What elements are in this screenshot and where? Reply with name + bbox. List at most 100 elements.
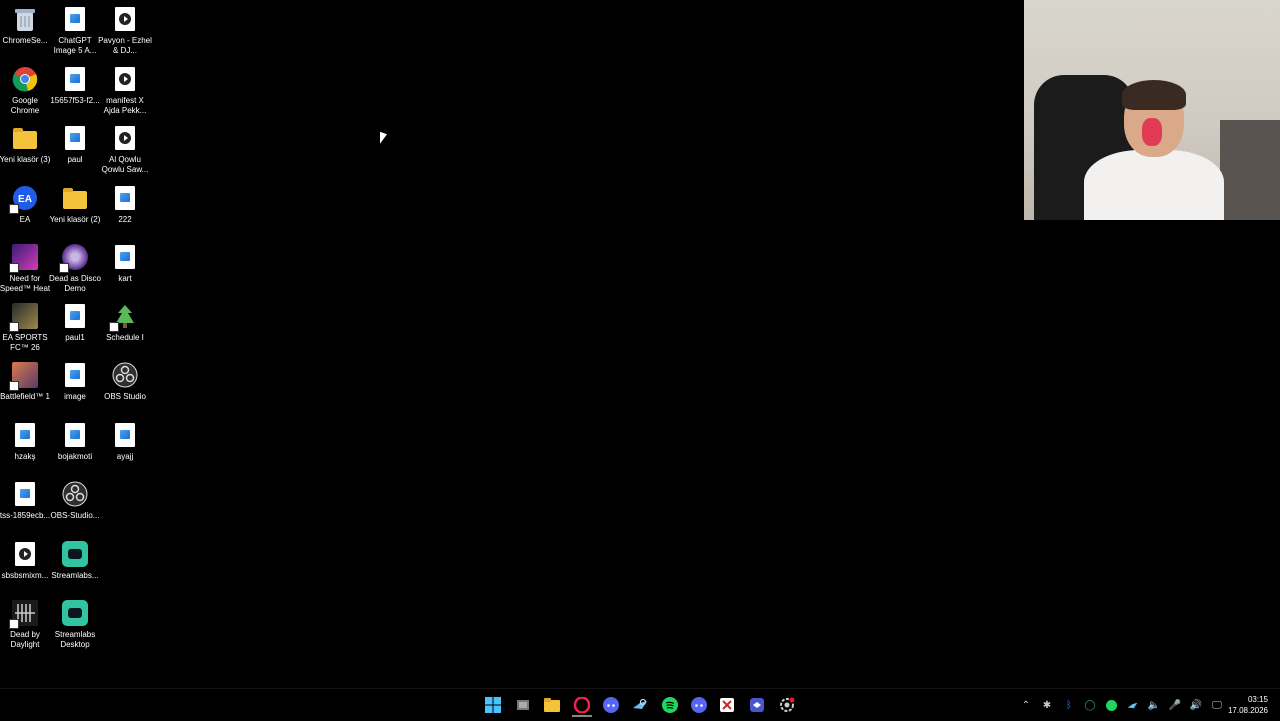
bluetooth-icon[interactable]: ᛒ xyxy=(1063,699,1075,711)
clock-time: 03:15 xyxy=(1247,695,1268,704)
discord-icon xyxy=(603,697,619,713)
task-view-button[interactable] xyxy=(513,695,533,715)
tray-gear-icon[interactable]: ✱ xyxy=(1041,699,1053,711)
desktop-icon-label: paul1 xyxy=(65,333,85,342)
desktop-icon-pavyon[interactable]: Pavyon - Ezhel & DJ... xyxy=(98,5,152,56)
tray-overflow-chevron-icon[interactable]: ⌃ xyxy=(1020,699,1032,711)
desktop-icon-google-chrome[interactable]: Google Chrome xyxy=(0,65,50,116)
desktop-icon-hzaks[interactable]: hzakş xyxy=(0,421,50,462)
desktop-icon-yeni-klasor-2[interactable]: Yeni klasör (2) xyxy=(50,184,100,225)
desktop-icon-label: tss-1859ecb... xyxy=(0,511,51,520)
desktop-icon-chatgpt-image[interactable]: ChatGPT Image 5 A... xyxy=(50,5,100,56)
shortcut-arrow-icon xyxy=(9,322,19,332)
desktop-icon-label: Streamlabs Desktop xyxy=(54,630,96,649)
game-icon xyxy=(59,243,89,273)
shortcut-arrow-icon xyxy=(9,204,19,214)
start-button[interactable] xyxy=(483,695,503,715)
discord-button[interactable] xyxy=(601,695,621,715)
image-file-icon xyxy=(111,243,139,271)
desktop-icon-label: 15657f53-f2... xyxy=(50,96,100,105)
desktop-icon-sbsbsmixm[interactable]: sbsbsmixm... xyxy=(0,540,50,581)
desktop-icon-streamlabs-installer[interactable]: Streamlabs... xyxy=(50,540,100,581)
file-explorer-button[interactable] xyxy=(542,695,562,715)
game-icon xyxy=(109,302,139,332)
svg-text:EA: EA xyxy=(18,194,32,205)
spotify-button[interactable] xyxy=(660,695,680,715)
steam-button[interactable] xyxy=(630,695,650,715)
opera-gx-button[interactable] xyxy=(572,695,592,717)
headset-icon xyxy=(1142,118,1162,146)
desktop-icon-paul[interactable]: paul xyxy=(50,124,100,165)
webcam-shelf xyxy=(1220,120,1280,220)
desktop-icon-label: 222 xyxy=(118,215,132,224)
desktop-icon-battlefield-1[interactable]: Battlefield™ 1 xyxy=(0,361,50,402)
desktop-icon-chromese[interactable]: ChromeSe... xyxy=(0,5,50,46)
folder-icon xyxy=(61,184,89,212)
desktop-icon-streamlabs-desktop[interactable]: Streamlabs Desktop xyxy=(50,599,100,650)
speaker-icon[interactable]: 🔊 xyxy=(1190,699,1202,711)
desktop-icon-tss[interactable]: tss-1859ecb... xyxy=(0,480,50,521)
desktop-icon-ea-sports-fc-26[interactable]: EA SPORTS FC™ 26 xyxy=(0,302,50,353)
desktop-icon-obs-studio[interactable]: OBS Studio xyxy=(100,361,150,402)
obs-icon xyxy=(61,480,89,508)
app-icon xyxy=(750,698,764,712)
image-file-icon xyxy=(11,421,39,449)
snipping-icon xyxy=(720,698,734,712)
game-icon xyxy=(9,361,39,391)
windows-icon xyxy=(485,697,501,713)
desktop-icon-label: Need for Speed™ Heat xyxy=(0,274,51,293)
desktop-icon-yeni-klasor-3[interactable]: Yeni klasör (3) xyxy=(0,124,50,165)
desktop-icon-label: Battlefield™ 1 xyxy=(0,392,50,401)
desktop-icon-label: Pavyon - Ezhel & DJ... xyxy=(98,36,152,55)
desktop-icon-ayajj[interactable]: ayajj xyxy=(100,421,150,462)
desktop-icon-schedule-i[interactable]: Schedule I xyxy=(100,302,150,343)
desktop-icon-label: kart xyxy=(118,274,132,283)
taskbar-clock[interactable]: 03:15 17.08.2026 xyxy=(1228,694,1268,716)
desktop-icon-al-qowlu[interactable]: Al Qowlu Qowlu Saw... xyxy=(100,124,150,175)
network-icon[interactable]: 🖵 xyxy=(1211,699,1223,711)
image-file-icon xyxy=(61,421,89,449)
image-file-icon xyxy=(61,361,89,389)
desktop-icon-15657f53[interactable]: 15657f53-f2... xyxy=(50,65,100,106)
audio-device-icon[interactable]: 🔈 xyxy=(1148,699,1160,711)
snipping-tool-button[interactable] xyxy=(717,695,737,715)
mouse-cursor-icon xyxy=(380,131,387,147)
desktop-icon-need-for-speed-heat[interactable]: Need for Speed™ Heat xyxy=(0,243,50,294)
ea-icon: EA xyxy=(9,184,39,214)
tray-app-icon[interactable]: ◯ xyxy=(1084,699,1096,711)
opera-icon xyxy=(574,697,590,713)
desktop-icon-ea[interactable]: EA EA xyxy=(0,184,50,225)
desktop-icon-label: Schedule I xyxy=(106,333,144,342)
desktop-icon-dead-by-daylight[interactable]: Dead by Daylight xyxy=(0,599,50,650)
desktop-icon-manifest[interactable]: manifest X Ajda Pekk... xyxy=(100,65,150,116)
desktop-icon-dead-as-disco[interactable]: Dead as Disco Demo xyxy=(49,243,101,294)
desktop-icon-image[interactable]: image xyxy=(50,361,100,402)
image-file-icon xyxy=(111,184,139,212)
image-file-icon xyxy=(111,421,139,449)
discord-icon xyxy=(691,697,707,713)
microphone-icon[interactable]: 🎤 xyxy=(1169,699,1181,711)
desktop-icon-obs-studio-installer[interactable]: OBS-Studio... xyxy=(50,480,100,521)
desktop-icon-kart[interactable]: kart xyxy=(100,243,150,284)
desktop-icon-222[interactable]: 222 xyxy=(100,184,150,225)
image-file-icon xyxy=(61,65,89,93)
desktop-icon-label: ChromeSe... xyxy=(2,36,48,45)
desktop-icon-label: Streamlabs... xyxy=(51,571,99,580)
webcam-person xyxy=(1084,80,1224,220)
app-button[interactable] xyxy=(747,695,767,715)
webcam-overlay xyxy=(1024,0,1280,220)
desktop-icon-label: hzakş xyxy=(14,452,36,461)
desktop-icon-label: OBS-Studio... xyxy=(50,511,100,520)
desktop-icon-paul1[interactable]: paul1 xyxy=(50,302,100,343)
desktop-icon-label: Al Qowlu Qowlu Saw... xyxy=(101,155,149,174)
steam-tray-icon[interactable] xyxy=(1126,699,1138,711)
spotify-tray-icon[interactable] xyxy=(1105,699,1117,711)
streamlabs-icon xyxy=(61,540,89,568)
settings-button[interactable] xyxy=(777,695,797,715)
desktop-icon-bojakmoti[interactable]: bojakmoti xyxy=(50,421,100,462)
shortcut-arrow-icon xyxy=(9,263,19,273)
desktop-icon-label: Yeni klasör (2) xyxy=(49,215,101,224)
discord-secondary-button[interactable] xyxy=(689,695,709,715)
desktop-icon-label: Yeni klasör (3) xyxy=(0,155,51,164)
desktop-icon-label: OBS Studio xyxy=(104,392,146,401)
